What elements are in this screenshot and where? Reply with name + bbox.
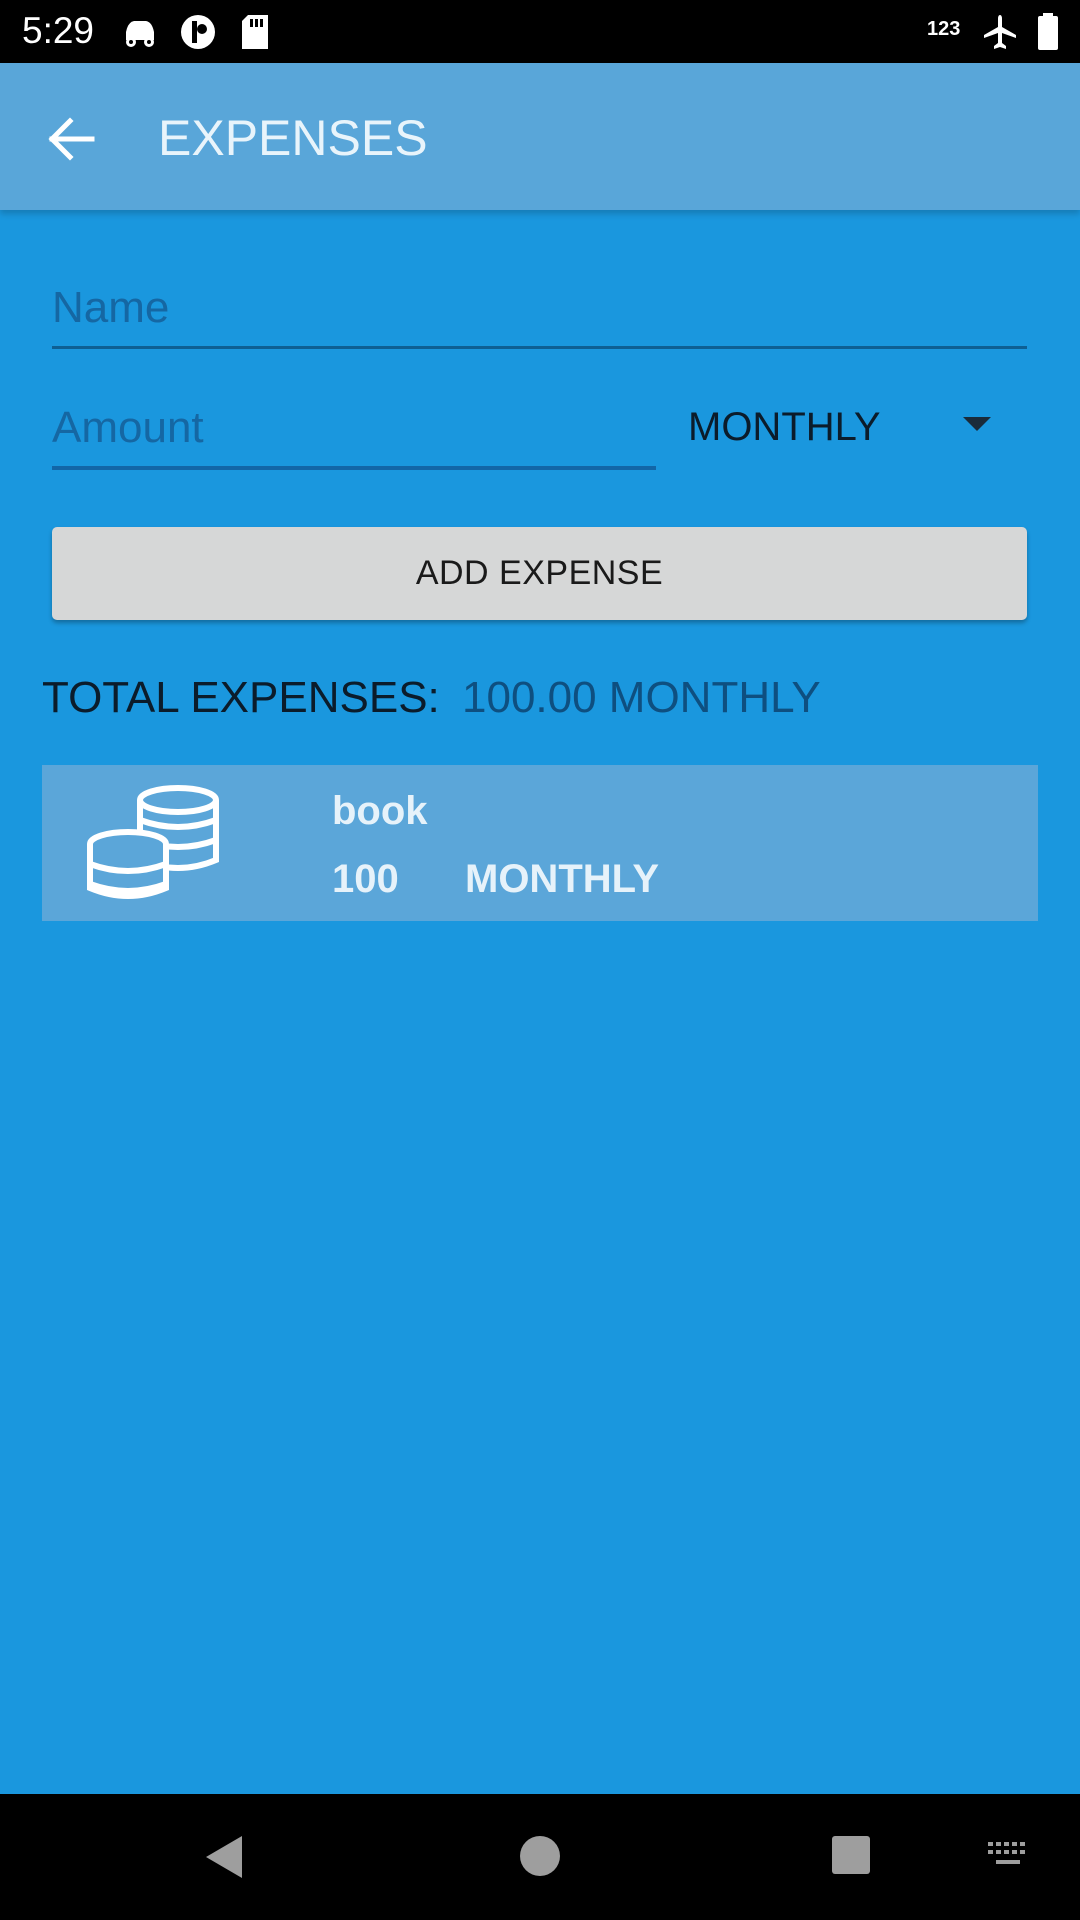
name-input[interactable] [52,270,1027,346]
name-field [52,270,1027,349]
expense-period: MONTHLY [465,857,660,901]
total-expenses-label: TOTAL EXPENSES: [42,673,440,722]
status-time: 5:29 [22,10,95,51]
add-expense-button-label: ADD EXPENSE [415,554,664,592]
amount-field [52,390,656,470]
dropdown-arrow-icon [963,417,991,431]
sd-card-icon [242,15,268,49]
period-dropdown[interactable]: MONTHLY [688,397,1028,461]
coins-icon [87,785,219,899]
back-button[interactable] [40,107,104,171]
app-indicator-icon [181,15,215,49]
home-circle-icon[interactable] [518,1834,562,1878]
page-title: EXPENSES [158,110,428,166]
car-icon [126,21,154,47]
expense-name: book [332,789,428,833]
network-type-label: 123 [927,18,961,40]
amount-input[interactable] [52,390,656,466]
total-expenses-value: 100.00 MONTHLY [462,673,821,722]
add-expense-button[interactable]: ADD EXPENSE [52,527,1027,620]
expense-list-item[interactable]: book 100 MONTHLY [42,765,1038,921]
battery-icon [1038,13,1058,50]
navigation-bar [0,1794,1080,1920]
arrow-back-icon [48,117,95,161]
status-bar: 5:29 123 [0,0,1080,63]
keyboard-icon[interactable] [986,1840,1030,1870]
airplane-icon [984,15,1016,49]
app-bar: EXPENSES [0,63,1080,210]
recents-square-icon[interactable] [830,1834,872,1876]
back-triangle-icon[interactable] [202,1834,248,1880]
period-selected-value: MONTHLY [688,405,881,449]
expense-amount: 100 [332,857,399,901]
